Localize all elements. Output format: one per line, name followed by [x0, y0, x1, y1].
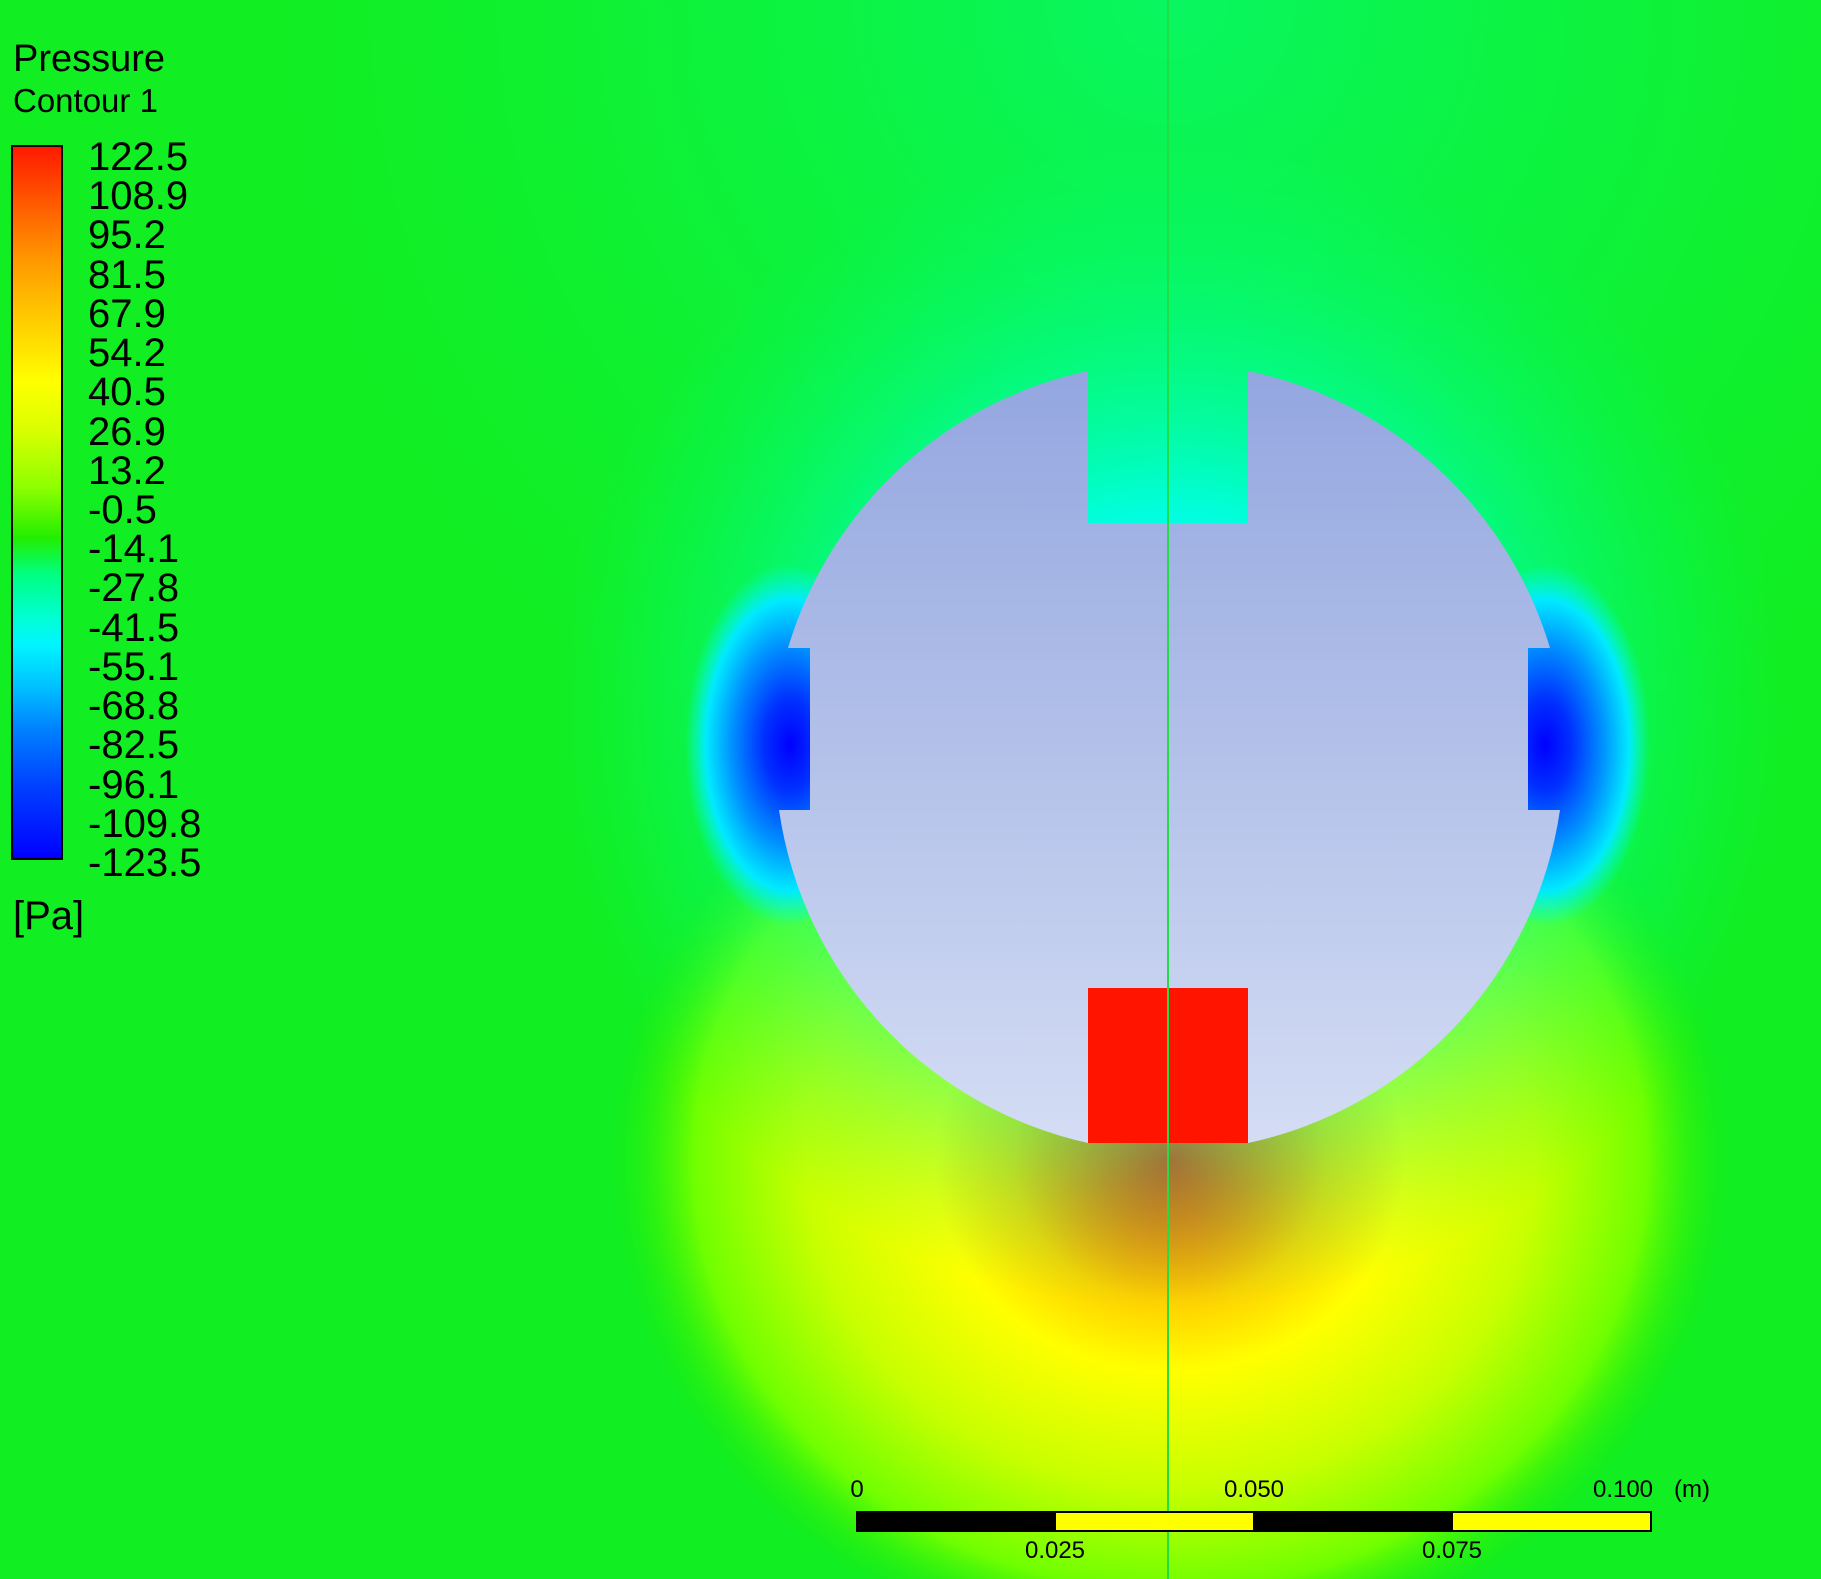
legend-tick-label: -68.8	[88, 684, 180, 729]
legend-tick-label: 54.2	[88, 331, 166, 376]
legend-unit: [Pa]	[13, 894, 85, 938]
legend-colorbar	[11, 145, 63, 860]
legend-tick-label: 13.2	[88, 448, 166, 493]
scale-label-0: 0	[850, 1476, 864, 1503]
legend-tick-label: -109.8	[88, 801, 202, 846]
contour-viewport	[0, 0, 1821, 1579]
scale-bar-segment-4	[1451, 1511, 1652, 1532]
legend-tick-label: 40.5	[88, 370, 166, 415]
legend-tick-label: 108.9	[88, 174, 189, 219]
scale-bar-segment-2	[1054, 1511, 1255, 1532]
scale-bar	[856, 1511, 1652, 1532]
legend-tick-label: -0.5	[88, 488, 157, 532]
legend-tick-label: 95.2	[88, 213, 166, 258]
scale-label-0-025: 0.025	[1024, 1537, 1086, 1564]
legend-subtitle: Contour 1	[13, 82, 158, 119]
scale-label-0-100: 0.100	[1592, 1476, 1654, 1503]
legend-tick-label: 81.5	[88, 252, 166, 297]
scale-bar-segment-1	[856, 1511, 1056, 1532]
legend-tick-label: 67.9	[88, 291, 166, 336]
legend-tick-label: 122.5	[88, 135, 189, 179]
legend-tick-label: -27.8	[88, 566, 180, 611]
legend-tick-label: -41.5	[88, 605, 180, 650]
scale-bar-segment-3	[1253, 1511, 1453, 1532]
legend-tick-label: -82.5	[88, 723, 180, 768]
legend-tick-label: -55.1	[88, 644, 180, 689]
scale-label-0-075: 0.075	[1421, 1537, 1483, 1564]
legend-tick-label: 26.9	[88, 409, 166, 454]
legend-tick-label: -14.1	[88, 527, 180, 572]
legend-tick-label: -96.1	[88, 762, 180, 807]
legend-tick-label: -123.5	[88, 841, 202, 885]
legend-title: Pressure	[13, 38, 166, 80]
scale-unit: (m)	[1674, 1476, 1710, 1503]
scale-label-0-050: 0.050	[1223, 1476, 1285, 1503]
